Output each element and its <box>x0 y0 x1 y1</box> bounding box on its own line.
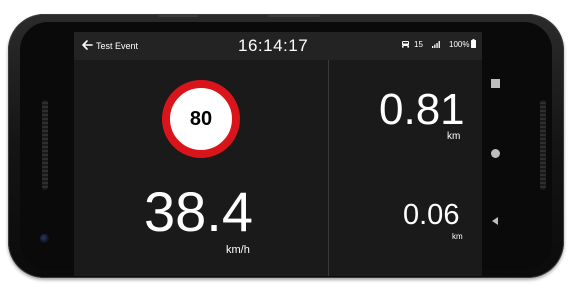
speed-limit-value: 80 <box>189 107 213 130</box>
clock: 16:14:17 <box>238 36 309 55</box>
arrow-left-icon[interactable] <box>80 38 94 52</box>
battery-percentage: 100% <box>449 40 470 49</box>
front-camera <box>40 234 49 243</box>
circle-icon[interactable] <box>491 149 500 158</box>
distance-primary-unit: km <box>447 131 461 142</box>
phone-volume-button <box>158 14 198 17</box>
phone-power-button <box>268 14 320 17</box>
current-speed-value: 38.4 <box>144 180 253 243</box>
signal-icon <box>432 41 440 48</box>
distance-primary-value: 0.81 <box>379 85 465 134</box>
phone-speaker-left <box>42 100 48 190</box>
distance-secondary-unit: km <box>452 232 463 241</box>
square-icon[interactable] <box>491 79 500 88</box>
car-icon <box>402 41 409 48</box>
app-screen: Test Event 16:14:17 15 100% 80 38.4 km/h… <box>74 32 482 276</box>
triangle-left-icon[interactable] <box>490 216 500 226</box>
satellite-count: 15 <box>414 40 423 49</box>
speed-limit-sign: 80 <box>162 80 240 158</box>
battery-icon <box>471 39 476 48</box>
panel-divider <box>328 60 329 276</box>
phone-speaker-right <box>540 100 546 190</box>
current-speed-unit: km/h <box>226 244 250 256</box>
status-bar: Test Event 16:14:17 15 100% <box>74 32 482 60</box>
event-title[interactable]: Test Event <box>96 41 138 51</box>
distance-secondary-value: 0.06 <box>403 199 460 231</box>
